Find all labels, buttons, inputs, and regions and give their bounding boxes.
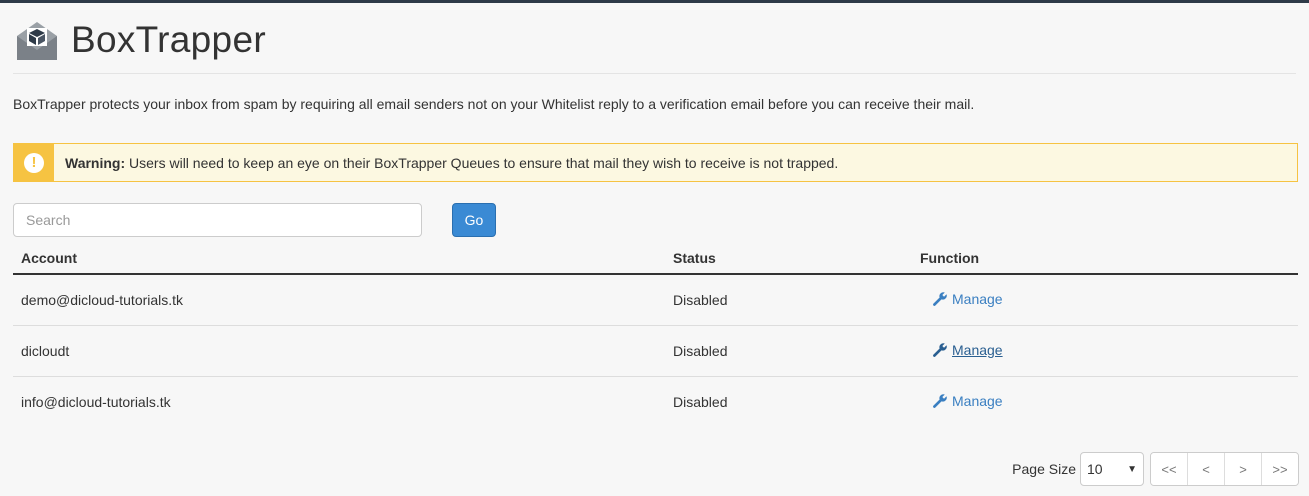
page-size-select[interactable]: 10 ▼ [1080,452,1144,486]
table-row: demo@dicloud-tutorials.tk Disabled Manag… [13,274,1298,326]
status-cell: Disabled [665,274,912,326]
page-title: BoxTrapper [71,19,266,60]
exclamation-icon: ! [24,152,44,173]
warning-text: Warning: Users will need to keep an eye … [65,155,838,171]
next-page-button[interactable]: > [1224,453,1261,485]
account-cell: dicloudt [13,325,665,377]
warning-message: Users will need to keep an eye on their … [129,154,839,171]
warning-callout: ! Warning: Users will need to keep an ey… [13,143,1298,182]
manage-label: Manage [952,341,1003,358]
table-row: dicloudt Disabled Manage [13,325,1298,377]
wrench-icon [933,291,947,306]
search-input[interactable] [13,203,422,237]
function-cell: Manage [912,274,1298,326]
function-cell: Manage [912,377,1298,428]
wrench-icon [933,393,947,408]
page-size-value: 10 [1087,461,1103,477]
wrench-icon [933,342,947,357]
last-page-button[interactable]: >> [1261,453,1298,485]
manage-link[interactable]: Manage [932,393,1003,409]
warning-label: Warning: [65,154,126,171]
column-header-account[interactable]: Account [13,243,665,275]
page-size-label: Page Size [1012,461,1076,477]
column-header-status[interactable]: Status [665,243,912,275]
manage-label: Manage [952,392,1003,409]
page-description: BoxTrapper protects your inbox from spam… [13,96,975,112]
table-header-row: Account Status Function [13,243,1298,275]
status-cell: Disabled [673,394,728,410]
pager-buttons: << < > >> [1150,452,1299,486]
header-divider [13,73,1296,74]
go-button[interactable]: Go [452,203,496,237]
first-page-button[interactable]: << [1151,453,1187,485]
caret-down-icon: ▼ [1127,463,1137,475]
manage-label: Manage [952,290,1003,307]
page-header: BoxTrapper [13,16,266,64]
warning-icon-box: ! [14,144,54,181]
manage-link[interactable]: Manage [932,342,1003,358]
boxtrapper-envelope-icon [17,22,57,60]
prev-page-button[interactable]: < [1187,453,1224,485]
account-cell: info@dicloud-tutorials.tk [21,394,171,410]
status-cell: Disabled [665,325,912,377]
manage-link[interactable]: Manage [932,291,1003,307]
table-row: info@dicloud-tutorials.tk Disabled Manag… [13,377,1298,428]
column-header-function: Function [912,243,1298,275]
account-cell: demo@dicloud-tutorials.tk [13,274,665,326]
pagination: Page Size 10 ▼ << < > >> [1012,452,1299,486]
accounts-table: Account Status Function demo@dicloud-tut… [13,243,1298,427]
function-cell: Manage [912,325,1298,377]
